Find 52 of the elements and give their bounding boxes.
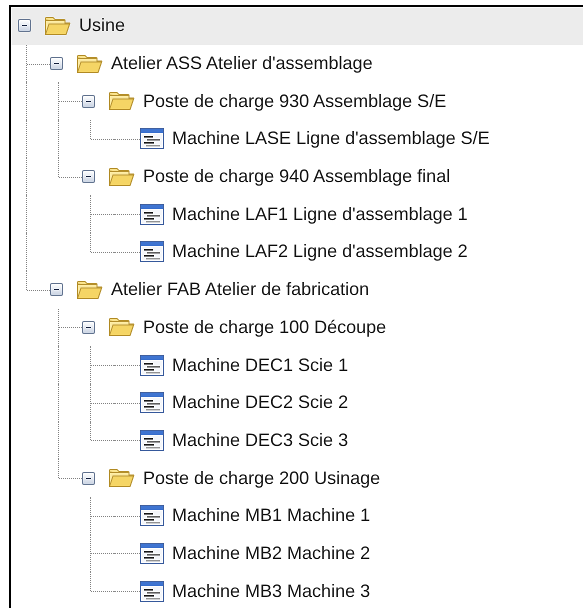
- window-icon: [140, 392, 164, 414]
- folder-icon: [108, 91, 135, 112]
- tree-item-label: Atelier ASS Atelier d'assemblage: [111, 53, 373, 74]
- tree-item[interactable]: Machine LAF1 Ligne d'assemblage 1: [11, 195, 583, 234]
- collapse-toggle[interactable]: [82, 472, 95, 485]
- tree-item-label: Machine LAF2 Ligne d'assemblage 2: [172, 241, 468, 262]
- tree-item-label: Usine: [79, 15, 126, 36]
- tree-item-label: Machine DEC2 Scie 2: [172, 392, 348, 414]
- window-icon: [140, 241, 164, 262]
- tree-item[interactable]: Machine DEC1 Scie 1: [11, 346, 583, 384]
- tree-item-label: Atelier FAB Atelier de fabrication: [111, 279, 370, 300]
- tree-item-label: Poste de charge 930 Assemblage S/E: [143, 90, 446, 112]
- folder-icon: [44, 16, 71, 36]
- tree-item[interactable]: Poste de charge 100 Découpe: [11, 308, 583, 346]
- tree-item-label: Poste de charge 940 Assemblage final: [143, 166, 450, 188]
- tree-item[interactable]: Atelier ASS Atelier d'assemblage: [11, 44, 583, 82]
- collapse-toggle[interactable]: [82, 94, 95, 108]
- collapse-toggle[interactable]: [50, 283, 63, 296]
- tree-item-label: Machine MB2 Machine 2: [172, 542, 370, 564]
- window-icon: [140, 430, 164, 451]
- tree-item[interactable]: Machine MB1 Machine 1: [11, 496, 583, 535]
- tree-item[interactable]: Machine LAF2 Ligne d'assemblage 2: [11, 233, 583, 271]
- folder-icon: [108, 468, 135, 488]
- window-icon: [140, 354, 164, 376]
- tree-item[interactable]: Atelier FAB Atelier de fabrication: [11, 270, 583, 308]
- tree-item[interactable]: Machine LASE Ligne d'assemblage S/E: [11, 120, 583, 158]
- window-icon: [140, 128, 164, 150]
- tree-item[interactable]: Poste de charge 200 Usinage: [11, 459, 583, 497]
- folder-icon: [108, 317, 135, 338]
- tree-item[interactable]: Usine: [11, 7, 583, 45]
- tree-item-label: Machine DEC1 Scie 1: [172, 354, 348, 376]
- tree-item-label: Poste de charge 100 Découpe: [143, 316, 386, 338]
- tree-item[interactable]: Machine MB2 Machine 2: [11, 534, 583, 572]
- collapse-toggle[interactable]: [82, 170, 95, 184]
- window-icon: [140, 542, 164, 564]
- tree-item[interactable]: Machine DEC3 Scie 3: [11, 422, 583, 460]
- tree-item-label: Machine LASE Ligne d'assemblage S/E: [172, 128, 490, 150]
- tree-item[interactable]: Machine MB3 Machine 3: [11, 572, 583, 608]
- collapse-toggle[interactable]: [18, 19, 31, 32]
- tree-item-label: Poste de charge 200 Usinage: [143, 468, 380, 489]
- window-icon: [140, 580, 164, 602]
- tree-item-label: Machine LAF1 Ligne d'assemblage 1: [172, 204, 468, 225]
- collapse-toggle[interactable]: [50, 57, 63, 70]
- tree-item-label: Machine DEC3 Scie 3: [172, 430, 348, 451]
- tree-item[interactable]: Poste de charge 930 Assemblage S/E: [11, 82, 583, 120]
- tree-item-label: Machine MB1 Machine 1: [172, 505, 370, 526]
- tree-item-label: Machine MB3 Machine 3: [172, 580, 370, 602]
- tree-item[interactable]: Machine DEC2 Scie 2: [11, 384, 583, 422]
- tree-item[interactable]: Poste de charge 940 Assemblage final: [11, 158, 583, 196]
- window-icon: [140, 505, 164, 526]
- collapse-toggle[interactable]: [82, 320, 95, 334]
- window-icon: [140, 204, 164, 225]
